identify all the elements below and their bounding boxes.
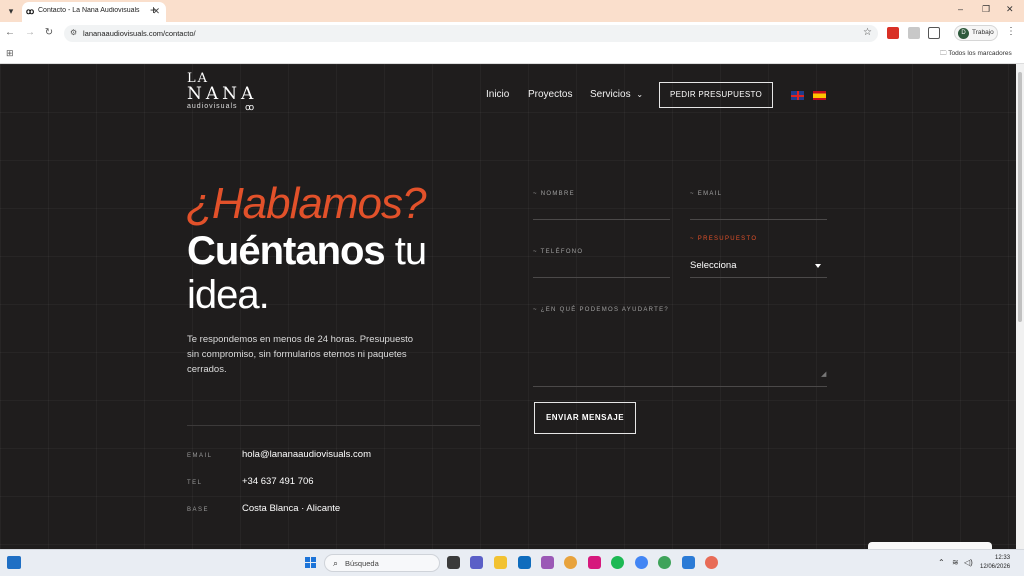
nav-item-inicio[interactable]: Inicio bbox=[486, 89, 509, 100]
hero-headline-line3: idea. bbox=[187, 273, 270, 317]
forward-icon[interactable]: → bbox=[24, 27, 36, 38]
scrollbar-thumb[interactable] bbox=[1018, 72, 1022, 322]
contact-tel-key: TEL bbox=[187, 480, 203, 486]
contact-tel-link[interactable]: +34 637 491 706 bbox=[242, 476, 314, 487]
message-textarea[interactable] bbox=[533, 314, 827, 387]
resize-handle-icon[interactable]: ◢ bbox=[821, 370, 826, 378]
apps-grid-icon[interactable]: ⊞ bbox=[6, 48, 14, 59]
site-logo[interactable]: LA NANA audiovisuals ꝏ bbox=[187, 72, 258, 112]
contact-email-link[interactable]: hola@lananaaudiovisuals.com bbox=[242, 449, 371, 460]
restore-icon[interactable]: ❐ bbox=[982, 4, 990, 15]
notepad-icon[interactable] bbox=[682, 556, 695, 569]
divider bbox=[187, 425, 480, 426]
name-field[interactable] bbox=[533, 219, 670, 220]
nav-item-servicios-label: Servicios bbox=[590, 89, 631, 100]
teams-icon[interactable] bbox=[470, 556, 483, 569]
budget-field-label: ~ PRESUPUESTO bbox=[690, 236, 758, 242]
tab-title: Contacto - La Nana Audiovisuals bbox=[38, 7, 140, 14]
clock-date: 12/06/2026 bbox=[980, 564, 1011, 570]
hero-lead-text: Te respondemos en menos de 24 horas. Pre… bbox=[187, 334, 414, 375]
url-text[interactable]: lananaaudiovisuals.com/contacto/ bbox=[83, 29, 196, 38]
volume-icon[interactable]: ◁) bbox=[964, 558, 973, 567]
nav-item-servicios[interactable]: Servicios ⌄ bbox=[590, 89, 643, 100]
app-icon[interactable] bbox=[588, 556, 601, 569]
browser-menu-icon[interactable]: ⋮ bbox=[1006, 26, 1016, 37]
tray-overflow-icon[interactable]: ⌃ bbox=[938, 558, 945, 567]
profile-label: Trabajo bbox=[972, 29, 994, 36]
hero-headline-line2: Cuéntanos tu bbox=[187, 228, 427, 274]
chevron-down-icon bbox=[815, 264, 821, 268]
address-toolbar: ← → ↻ ⚙ lananaaudiovisuals.com/contacto/… bbox=[0, 22, 1024, 44]
all-bookmarks-link[interactable]: 🗀 Todos los marcadores bbox=[940, 49, 1012, 60]
all-bookmarks-label: Todos los marcadores bbox=[948, 50, 1012, 57]
minimize-icon[interactable]: – bbox=[958, 4, 963, 14]
start-menu-icon[interactable] bbox=[305, 557, 317, 569]
contact-base-key: BASE bbox=[187, 507, 210, 513]
browser-tab-bar: ▾ ꝏ Contacto - La Nana Audiovisuals ✕ + … bbox=[0, 0, 1024, 22]
budget-select-underline bbox=[690, 277, 827, 278]
chrome-active-icon[interactable] bbox=[658, 556, 671, 569]
recaptcha-badge[interactable] bbox=[868, 542, 992, 549]
phone-field-label: ~ TELÉFONO bbox=[533, 249, 584, 255]
new-tab-icon[interactable]: + bbox=[150, 3, 157, 17]
phone-field[interactable] bbox=[533, 277, 670, 278]
folder-icon: 🗀 bbox=[940, 50, 947, 57]
outlook-icon[interactable] bbox=[518, 556, 531, 569]
spanish-flag-icon[interactable] bbox=[813, 91, 826, 100]
slack-icon[interactable] bbox=[541, 556, 554, 569]
os-taskbar: ⌕ Búsqueda ⌃ ≋ ◁) 12:33 12/06/2026 bbox=[0, 549, 1024, 576]
hero-headline-rest: tu bbox=[384, 229, 427, 273]
close-window-icon[interactable]: ✕ bbox=[1006, 4, 1014, 15]
hero-headline-bold: Cuéntanos bbox=[187, 229, 386, 273]
logo-line-2: NANA bbox=[187, 84, 258, 104]
extension-icon[interactable] bbox=[908, 27, 920, 39]
budget-select[interactable]: Selecciona bbox=[690, 260, 827, 271]
wifi-icon[interactable]: ≋ bbox=[952, 558, 959, 567]
bookmark-star-icon[interactable]: ☆ bbox=[863, 27, 872, 38]
back-icon[interactable]: ← bbox=[4, 27, 16, 38]
site-info-icon[interactable]: ⚙ bbox=[70, 28, 77, 37]
page-content: LA NANA audiovisuals ꝏ Inicio Proyectos … bbox=[0, 64, 1016, 549]
taskbar-search-placeholder: Búsqueda bbox=[345, 559, 379, 568]
english-flag-icon[interactable] bbox=[791, 91, 804, 100]
email-field-label: ~ EMAIL bbox=[690, 191, 723, 197]
logo-mark-icon: ꝏ bbox=[245, 102, 255, 112]
clock-time: 12:33 bbox=[995, 555, 1011, 561]
extensions-puzzle-icon[interactable] bbox=[928, 27, 940, 39]
extension-icon[interactable] bbox=[887, 27, 899, 39]
file-explorer-icon[interactable] bbox=[494, 556, 507, 569]
chrome-icon[interactable] bbox=[564, 556, 577, 569]
reload-icon[interactable]: ↻ bbox=[43, 27, 55, 38]
browser-tab-active[interactable]: ꝏ Contacto - La Nana Audiovisuals ✕ bbox=[22, 2, 166, 22]
chrome-alt-icon[interactable] bbox=[705, 556, 718, 569]
nav-item-proyectos[interactable]: Proyectos bbox=[528, 89, 572, 100]
message-field-label: ~ ¿EN QUÉ PODEMOS AYUDARTE? bbox=[533, 307, 670, 313]
search-icon: ⌕ bbox=[333, 558, 339, 568]
widgets-icon[interactable] bbox=[7, 556, 21, 569]
chrome-profile-icon[interactable] bbox=[635, 556, 648, 569]
email-field[interactable] bbox=[690, 219, 827, 220]
chevron-down-icon: ⌄ bbox=[636, 90, 644, 99]
name-field-label: ~ NOMBRE bbox=[533, 191, 575, 197]
request-quote-button[interactable]: PEDIR PRESUPUESTO bbox=[659, 82, 773, 108]
taskbar-clock[interactable]: 12:33 12/06/2026 bbox=[980, 554, 1010, 572]
send-message-button[interactable]: ENVIAR MENSAJE bbox=[534, 402, 636, 434]
page-scrollbar[interactable] bbox=[1016, 64, 1024, 549]
spotify-icon[interactable] bbox=[611, 556, 624, 569]
url-bar[interactable]: ⚙ lananaaudiovisuals.com/contacto/ ☆ bbox=[64, 25, 878, 42]
bookmarks-bar: ⊞ 🗀 Todos los marcadores bbox=[0, 44, 1024, 64]
task-view-icon[interactable] bbox=[447, 556, 460, 569]
taskbar-search-box[interactable]: ⌕ Búsqueda bbox=[324, 554, 440, 572]
contact-email-key: EMAIL bbox=[187, 453, 213, 459]
avatar: D bbox=[958, 28, 969, 39]
tab-search-icon[interactable]: ▾ bbox=[4, 5, 18, 17]
site-favicon-icon: ꝏ bbox=[26, 7, 35, 16]
contact-base-value: Costa Blanca · Alicante bbox=[242, 503, 341, 514]
profile-button[interactable]: D Trabajo bbox=[954, 25, 998, 41]
hero-headline-accent: ¿Hablamos? bbox=[186, 179, 426, 228]
